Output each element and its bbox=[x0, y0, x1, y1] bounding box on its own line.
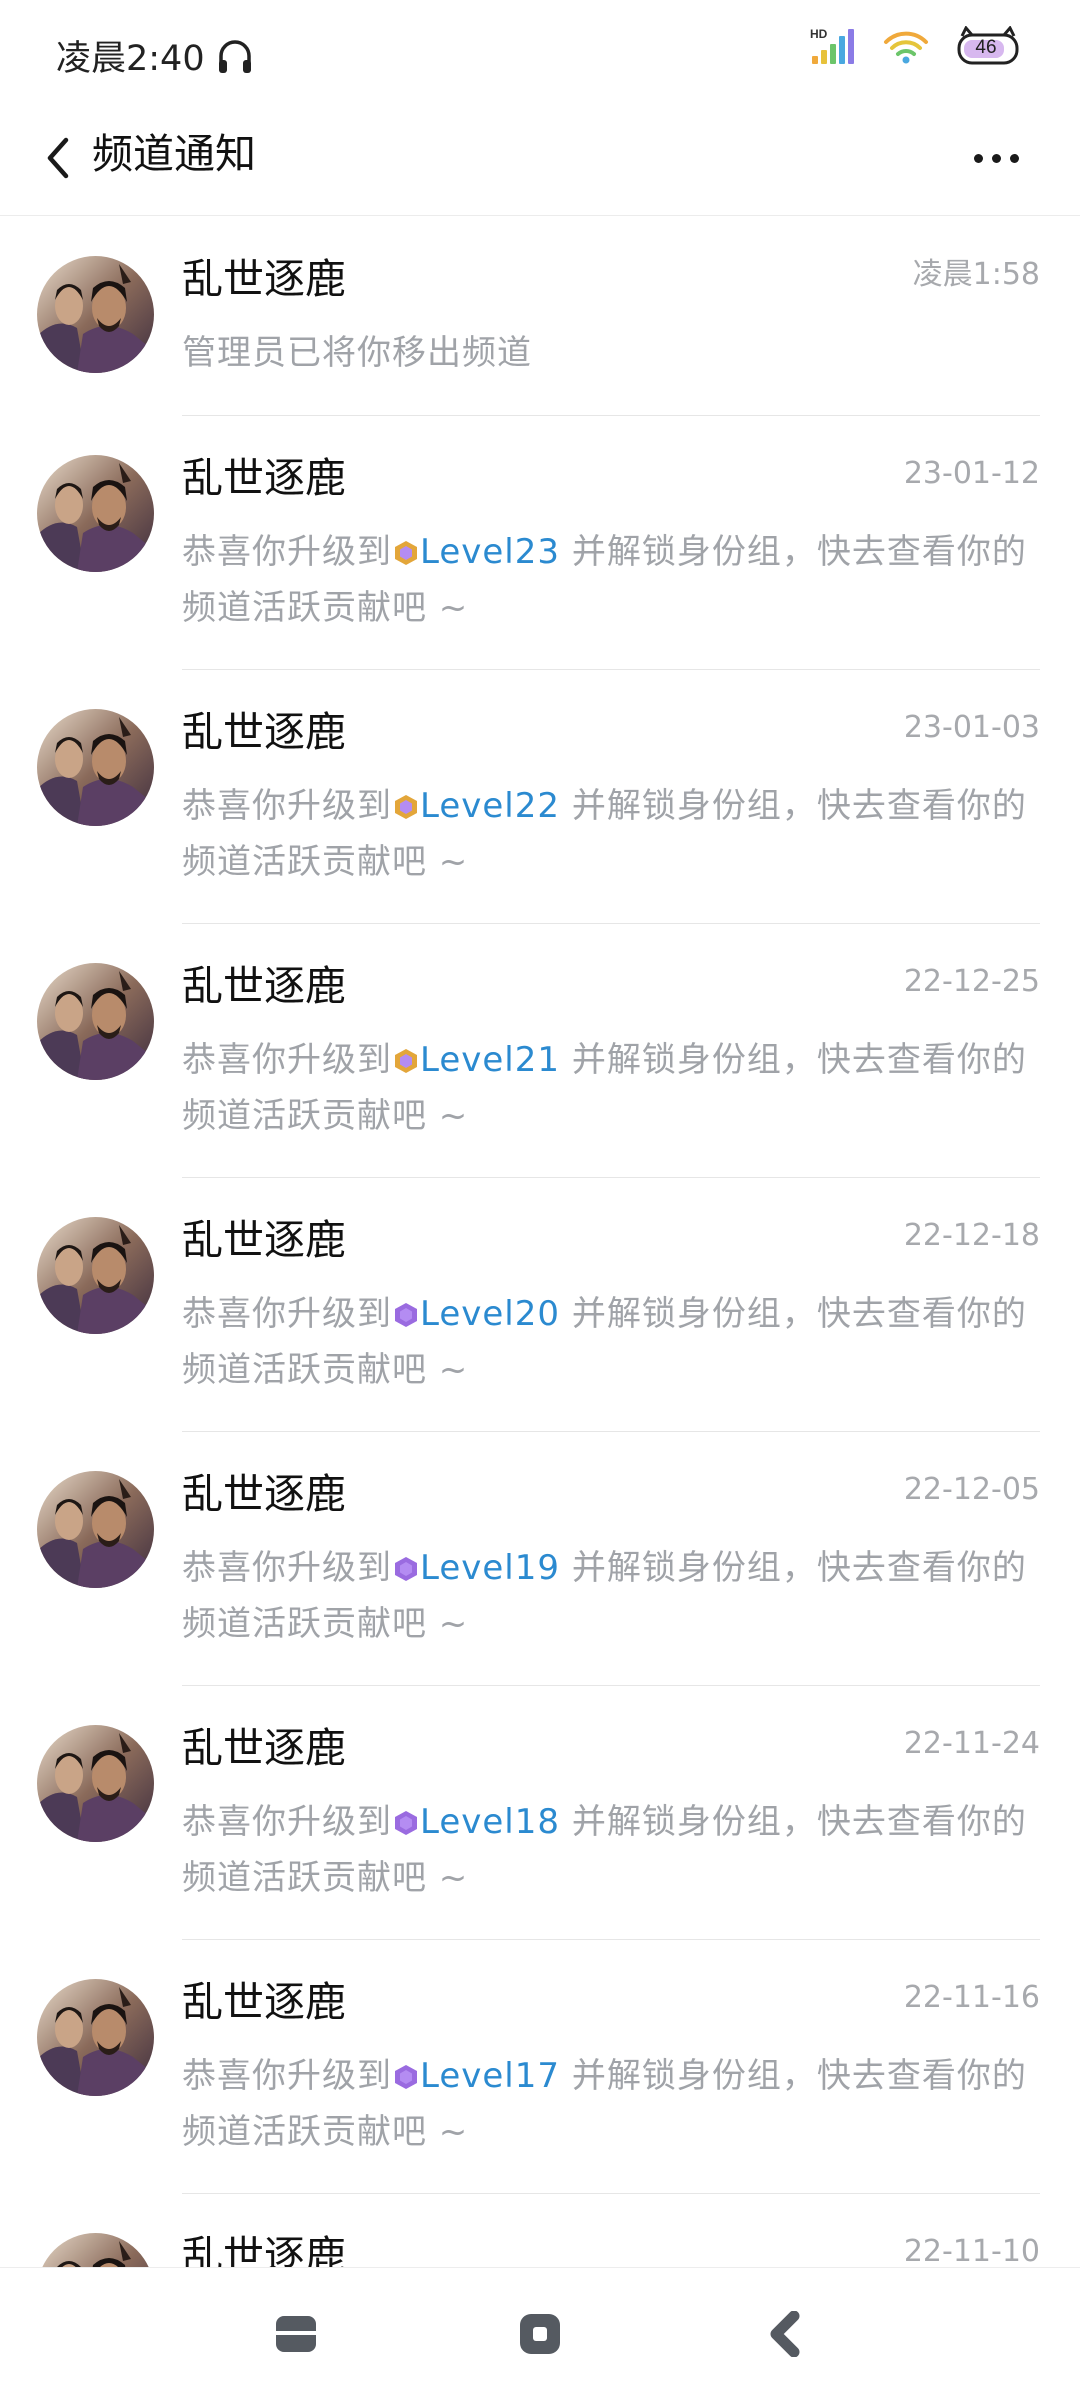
message-prefix: 恭喜你升级到 bbox=[182, 1294, 392, 1334]
level-link[interactable]: Level17 bbox=[420, 2056, 560, 2096]
recent-apps-icon bbox=[276, 2316, 316, 2352]
message-text: 管理员已将你移出频道 bbox=[182, 333, 532, 373]
notification-time: 22-12-18 bbox=[903, 1218, 1040, 1253]
more-button[interactable] bbox=[952, 122, 1040, 194]
channel-name: 乱世逐鹿 bbox=[182, 454, 346, 502]
more-icon-dot bbox=[973, 153, 983, 163]
channel-name: 乱世逐鹿 bbox=[182, 708, 346, 756]
level-link[interactable]: Level22 bbox=[420, 786, 560, 826]
message-prefix: 恭喜你升级到 bbox=[182, 1802, 392, 1842]
level-badge-icon bbox=[393, 527, 419, 565]
notification-message: 恭喜你升级到 Level18 并解锁身份组，快去查看你的频道活跃贡献吧 ~ bbox=[182, 1794, 1042, 1906]
notification-message: 恭喜你升级到 Level20 并解锁身份组，快去查看你的频道活跃贡献吧 ~ bbox=[182, 1286, 1042, 1398]
chevron-left-icon bbox=[47, 137, 69, 179]
channel-name: 乱世逐鹿 bbox=[182, 2232, 346, 2267]
channel-avatar[interactable] bbox=[37, 1217, 154, 1334]
home-button[interactable] bbox=[500, 2298, 580, 2370]
level-badge-icon bbox=[393, 781, 419, 819]
notification-time: 22-11-10 bbox=[903, 2234, 1040, 2267]
channel-name: 乱世逐鹿 bbox=[182, 1470, 346, 1518]
back-button[interactable] bbox=[22, 122, 94, 194]
message-prefix: 恭喜你升级到 bbox=[182, 1040, 392, 1080]
channel-avatar[interactable] bbox=[37, 1471, 154, 1588]
level-link[interactable]: Level21 bbox=[420, 1040, 560, 1080]
notification-item[interactable]: 乱世逐鹿 23-01-12 恭喜你升级到 Level23 并解锁身份组，快去查看你的频… bbox=[0, 416, 1080, 670]
notification-item[interactable]: 乱世逐鹿 22-12-05 恭喜你升级到 Level19 并解锁身份组，快去查看你的频… bbox=[0, 1432, 1080, 1686]
notification-message: 恭喜你升级到 Level21 并解锁身份组，快去查看你的频道活跃贡献吧 ~ bbox=[182, 1032, 1042, 1144]
notification-item[interactable]: 乱世逐鹿 22-12-18 恭喜你升级到 Level20 并解锁身份组，快去查看你的频… bbox=[0, 1178, 1080, 1432]
battery-level: 46 bbox=[975, 37, 997, 58]
channel-avatar[interactable] bbox=[37, 1725, 154, 1842]
battery-icon: 46 bbox=[956, 26, 1020, 66]
wifi-icon bbox=[884, 31, 928, 64]
level-badge-icon bbox=[393, 1797, 419, 1835]
status-time-text: 凌晨2:40 bbox=[56, 39, 205, 79]
level-link[interactable]: Level20 bbox=[420, 1294, 560, 1334]
notification-time: 22-12-05 bbox=[903, 1472, 1040, 1507]
channel-avatar[interactable] bbox=[37, 256, 154, 373]
page-title: 频道通知 bbox=[92, 130, 256, 178]
notification-item[interactable]: 乱世逐鹿 22-11-10 bbox=[0, 2194, 1080, 2267]
channel-avatar[interactable] bbox=[37, 963, 154, 1080]
level-badge-icon bbox=[393, 1289, 419, 1327]
notification-item[interactable]: 乱世逐鹿 22-11-24 恭喜你升级到 Level18 并解锁身份组，快去查看你的频… bbox=[0, 1686, 1080, 1940]
message-prefix: 恭喜你升级到 bbox=[182, 2056, 392, 2096]
header: 频道通知 bbox=[0, 100, 1080, 216]
notification-message: 恭喜你升级到 Level23 并解锁身份组，快去查看你的频道活跃贡献吧 ~ bbox=[182, 524, 1042, 636]
level-link[interactable]: Level23 bbox=[420, 532, 560, 572]
level-link[interactable]: Level18 bbox=[420, 1802, 560, 1842]
headphones-icon bbox=[218, 39, 251, 73]
status-bar: 凌晨2:40 HD 46 bbox=[0, 0, 1080, 100]
more-icon-dot bbox=[991, 153, 1001, 163]
home-icon bbox=[520, 2314, 560, 2354]
channel-name: 乱世逐鹿 bbox=[182, 1978, 346, 2026]
level-link[interactable]: Level19 bbox=[420, 1548, 560, 1588]
channel-name: 乱世逐鹿 bbox=[182, 255, 346, 303]
channel-avatar[interactable] bbox=[37, 2233, 154, 2267]
level-badge-icon bbox=[393, 1543, 419, 1581]
notification-time: 23-01-12 bbox=[903, 456, 1040, 491]
notification-time: 23-01-03 bbox=[903, 710, 1040, 745]
message-prefix: 恭喜你升级到 bbox=[182, 532, 392, 572]
message-prefix: 恭喜你升级到 bbox=[182, 1548, 392, 1588]
notification-time: 22-11-16 bbox=[903, 1980, 1040, 2015]
notification-time: 凌晨1:58 bbox=[912, 257, 1040, 292]
network-label: HD bbox=[810, 27, 828, 41]
notification-item[interactable]: 乱世逐鹿 22-12-25 恭喜你升级到 Level21 并解锁身份组，快去查看你的频… bbox=[0, 924, 1080, 1178]
signal-icon: HD bbox=[810, 27, 854, 64]
notification-time: 22-11-24 bbox=[903, 1726, 1040, 1761]
notification-message: 恭喜你升级到 Level17 并解锁身份组，快去查看你的频道活跃贡献吧 ~ bbox=[182, 2048, 1042, 2160]
notification-time: 22-12-25 bbox=[903, 964, 1040, 999]
notification-message: 恭喜你升级到 Level19 并解锁身份组，快去查看你的频道活跃贡献吧 ~ bbox=[182, 1540, 1042, 1652]
status-time: 凌晨2:40 bbox=[56, 30, 255, 81]
back-icon bbox=[770, 2311, 800, 2357]
channel-avatar[interactable] bbox=[37, 709, 154, 826]
system-nav-bar bbox=[0, 2267, 1080, 2400]
notification-message: 管理员已将你移出频道 bbox=[182, 325, 1042, 381]
notification-item[interactable]: 乱世逐鹿 23-01-03 恭喜你升级到 Level22 并解锁身份组，快去查看你的频… bbox=[0, 670, 1080, 924]
recent-apps-button[interactable] bbox=[256, 2298, 336, 2370]
notification-message: 恭喜你升级到 Level22 并解锁身份组，快去查看你的频道活跃贡献吧 ~ bbox=[182, 778, 1042, 890]
level-badge-icon bbox=[393, 1035, 419, 1073]
message-prefix: 恭喜你升级到 bbox=[182, 786, 392, 826]
notification-item[interactable]: 乱世逐鹿 凌晨1:58 管理员已将你移出频道 bbox=[0, 217, 1080, 416]
level-badge-icon bbox=[393, 2051, 419, 2089]
channel-name: 乱世逐鹿 bbox=[182, 1724, 346, 1772]
notification-list[interactable]: 乱世逐鹿 凌晨1:58 管理员已将你移出频道 乱世逐鹿 23-01-12 恭喜你升级到 Le… bbox=[0, 217, 1080, 2267]
channel-avatar[interactable] bbox=[37, 455, 154, 572]
more-icon-dot bbox=[1009, 153, 1019, 163]
status-right: HD 46 bbox=[810, 26, 1020, 66]
channel-name: 乱世逐鹿 bbox=[182, 1216, 346, 1264]
channel-avatar[interactable] bbox=[37, 1979, 154, 2096]
notification-item[interactable]: 乱世逐鹿 22-11-16 恭喜你升级到 Level17 并解锁身份组，快去查看你的频… bbox=[0, 1940, 1080, 2194]
nav-back-button[interactable] bbox=[746, 2298, 826, 2370]
channel-name: 乱世逐鹿 bbox=[182, 962, 346, 1010]
